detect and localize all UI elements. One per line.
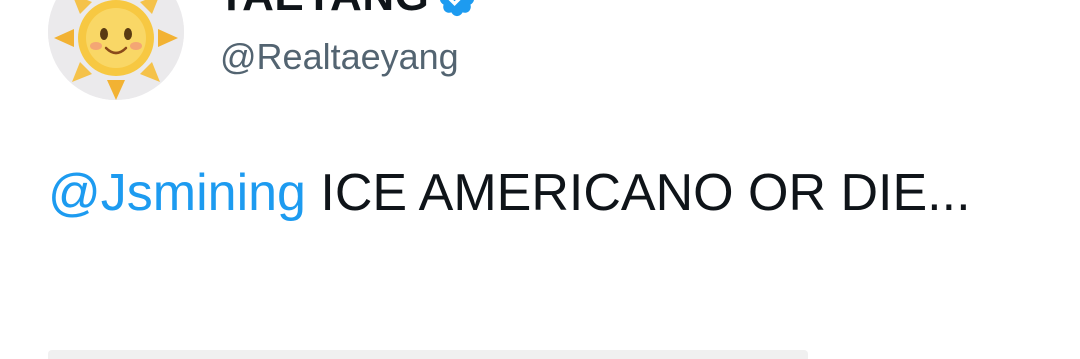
author-name-row[interactable]: TAEYANG	[218, 0, 477, 20]
cropped-timestamp-row	[48, 350, 808, 359]
sun-avatar-icon	[48, 0, 184, 100]
verified-badge-icon	[440, 0, 475, 17]
tweet-card: TAEYANG @Realtaeyang @Jsmining ICE AMERI…	[0, 0, 1080, 359]
tweet-text: @Jsmining ICE AMERICANO OR DIE...	[48, 152, 1028, 234]
tweet-body-text: ICE AMERICANO OR DIE...	[320, 164, 971, 222]
author-display-name[interactable]: TAEYANG	[218, 0, 429, 21]
more-options-icon[interactable]	[984, 0, 1032, 6]
author-handle[interactable]: @Realtaeyang	[220, 36, 459, 78]
author-avatar[interactable]	[48, 0, 184, 100]
mention-link[interactable]: @Jsmining	[48, 164, 306, 222]
